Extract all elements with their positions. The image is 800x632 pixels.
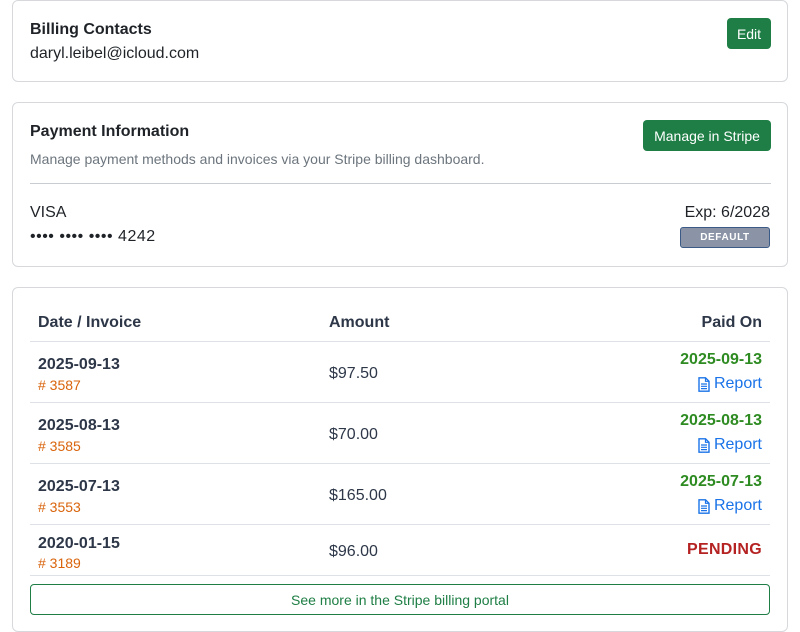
document-icon <box>698 437 710 453</box>
invoice-amount: $96.00 <box>329 543 378 560</box>
pending-status: PENDING <box>687 541 762 558</box>
paid-on-date: 2025-07-13 <box>680 473 762 490</box>
invoice-amount: $97.50 <box>329 365 378 382</box>
report-label: Report <box>713 497 762 514</box>
paid-on-date: 2025-08-13 <box>680 412 762 429</box>
invoice-number: # 3587 <box>38 377 81 393</box>
invoice-date: 2025-09-13 <box>38 356 120 373</box>
report-label: Report <box>713 375 762 392</box>
invoice-date: 2025-07-13 <box>38 478 120 495</box>
edit-button[interactable]: Edit <box>727 18 771 49</box>
payment-information-card: Payment Information Manage payment metho… <box>12 102 788 267</box>
table-row: 2025-08-13 # 3585 $70.00 2025-08-13 Repo… <box>30 403 770 464</box>
header-paid-on: Paid On <box>701 314 762 331</box>
card-number: •••• •••• •••• 4242 <box>30 228 156 245</box>
report-link[interactable]: Report <box>698 436 762 454</box>
paid-on-date: 2025-09-13 <box>680 351 762 368</box>
invoice-number: # 3189 <box>38 555 81 571</box>
invoice-number: # 3553 <box>38 499 81 515</box>
manage-in-stripe-button[interactable]: Manage in Stripe <box>643 120 771 151</box>
invoice-date: 2020-01-15 <box>38 535 120 552</box>
invoice-number: # 3585 <box>38 438 81 454</box>
report-link[interactable]: Report <box>698 375 762 393</box>
divider <box>30 183 771 184</box>
default-badge: DEFAULT <box>680 227 770 248</box>
billing-contacts-card: Billing Contacts daryl.leibel@icloud.com… <box>12 0 788 82</box>
document-icon <box>698 498 710 514</box>
header-amount: Amount <box>329 314 390 331</box>
table-row: 2025-09-13 # 3587 $97.50 2025-09-13 Repo… <box>30 342 770 403</box>
card-expiry: Exp: 6/2028 <box>684 204 770 221</box>
billing-contact-email: daryl.leibel@icloud.com <box>30 45 200 62</box>
card-brand: VISA <box>30 204 67 221</box>
report-label: Report <box>713 436 762 453</box>
header-date-invoice: Date / Invoice <box>38 314 142 331</box>
invoice-table-header: Date / Invoice Amount Paid On <box>30 288 770 342</box>
payment-information-title: Payment Information <box>30 123 190 140</box>
table-row: 2025-07-13 # 3553 $165.00 2025-07-13 Rep… <box>30 464 770 525</box>
table-row: 2020-01-15 # 3189 $96.00 PENDING <box>30 525 770 576</box>
report-link[interactable]: Report <box>698 497 762 515</box>
invoice-date: 2025-08-13 <box>38 417 120 434</box>
invoice-amount: $70.00 <box>329 426 378 443</box>
payment-description: Manage payment methods and invoices via … <box>30 151 485 167</box>
invoices-card: Date / Invoice Amount Paid On 2025-09-13… <box>12 287 788 632</box>
document-icon <box>698 376 710 392</box>
see-more-stripe-portal-button[interactable]: See more in the Stripe billing portal <box>30 584 770 615</box>
invoice-amount: $165.00 <box>329 487 387 504</box>
billing-contacts-title: Billing Contacts <box>30 21 152 38</box>
